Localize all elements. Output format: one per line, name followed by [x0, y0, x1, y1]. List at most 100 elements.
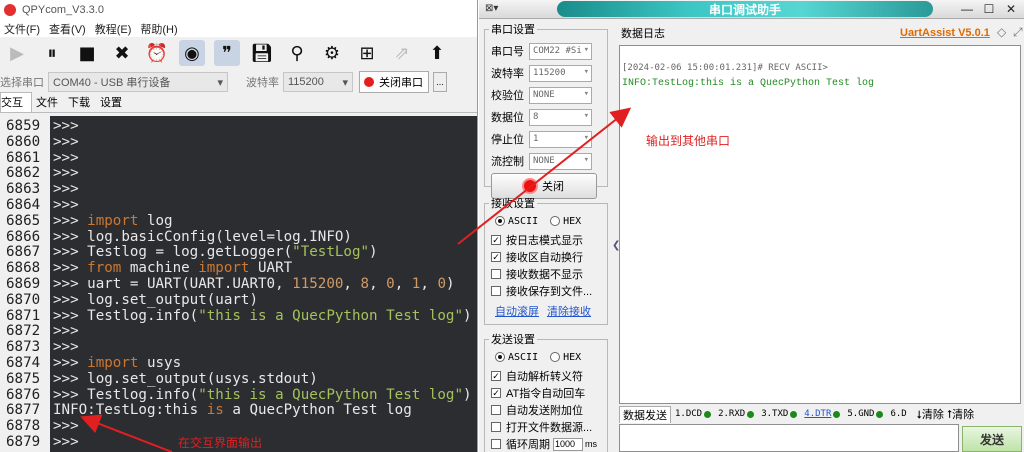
tab-interactive[interactable]: 交互 [0, 92, 32, 112]
headset-icon[interactable]: ◉ [179, 40, 205, 66]
code-token: >>> uart = UART(UART.UART0, [53, 276, 293, 292]
pause-icon[interactable]: ⏸ [39, 40, 65, 66]
code-token: >>> [53, 133, 79, 150]
pin-label: 6.D [890, 409, 907, 419]
search-icon[interactable]: ⚲ [284, 40, 310, 66]
minimize-icon[interactable]: — [959, 2, 975, 16]
recv-log-mode-checkbox[interactable]: ✓ 按日志模式显示 [491, 232, 583, 248]
recv-hex-radio[interactable] [550, 216, 561, 226]
run-icon[interactable]: ▶ [4, 40, 30, 66]
code-token: import [87, 355, 139, 371]
clear-receive-link[interactable]: 清除接收 [547, 303, 591, 318]
console-code: >>> Testlog.info("this is a QuecPython T… [53, 308, 472, 325]
pin-label: 4.DTR [804, 409, 832, 419]
console-code: >>> from machine import UART [53, 260, 292, 277]
loop-period-input[interactable]: 1000 [553, 437, 583, 451]
console-code: >>> log.set_output(usys.stdout) [53, 371, 318, 388]
repl-console[interactable]: 6859 >>> 6860 >>> 6861 >>> 6862 >>> 6863 >>> 6864 >… [0, 116, 477, 452]
menu-tutorial[interactable]: 教程(E) [93, 21, 139, 37]
send-file-source-checkbox[interactable]: 打开文件数据源... [491, 419, 592, 435]
export-icon[interactable]: ⇗ [389, 40, 415, 66]
recv-hide-checkbox[interactable]: 接收数据不显示 [491, 266, 583, 282]
send-input-area[interactable] [619, 424, 959, 452]
parity-select[interactable]: NONE [529, 86, 592, 104]
line-number: 6871 [6, 307, 41, 324]
tab-data-send[interactable]: 数据发送 [619, 405, 671, 423]
save-icon[interactable]: 💾︎ [249, 40, 275, 66]
pin-dtr-toggle[interactable]: 4.DTR [804, 409, 841, 419]
close-icon[interactable]: ✖ [109, 40, 135, 66]
menu-file[interactable]: 文件(F) [2, 21, 47, 37]
gear-icon[interactable]: ⚙ [319, 40, 345, 66]
flow-control-select[interactable]: NONE [529, 152, 592, 170]
menu-view[interactable]: 查看(V) [47, 21, 93, 37]
code-token: log [138, 212, 173, 229]
console-code: >>> [53, 197, 79, 214]
plus-box-icon[interactable]: ⊞ [354, 40, 380, 66]
clear-label: 清除 [921, 409, 944, 421]
stop-bits-select[interactable]: 1 [529, 130, 592, 148]
code-token: a QuecPython Test log [223, 402, 412, 419]
code-token: >>> Testlog = log.getLogger( [53, 244, 293, 261]
line-number: 6879 [6, 434, 41, 450]
tab-settings[interactable]: 设置 [100, 93, 128, 112]
led-icon [704, 410, 712, 418]
alarm-clock-icon[interactable]: ⏰ [144, 40, 170, 66]
send-at-cr-checkbox[interactable]: ✓ AT指令自动回车 [491, 385, 585, 401]
quote-icon[interactable]: ❞ [214, 40, 240, 66]
qpycom-window: QPYcom_V3.3.0 文件(F) 查看(V) 教程(E) 帮助(H) ▶ … [0, 0, 478, 452]
close-port-button[interactable]: 关闭串口 [359, 71, 429, 93]
line-number: 6878 [6, 418, 41, 435]
stop-icon[interactable]: ■ [74, 40, 100, 66]
tab-download[interactable]: 下载 [68, 93, 96, 112]
send-settings-title: 发送设置 [491, 334, 535, 346]
uartassist-window: ⊠▾ 串口调试助手 — ☐ ✕ 串口设置 串口号 COM22 #Si 波特率 115… [479, 0, 1024, 452]
diamond-icon[interactable]: ◇ [997, 25, 1006, 39]
recv-ascii-radio[interactable] [495, 216, 505, 226]
port-number-select[interactable]: COM22 #Si [529, 42, 592, 60]
send-escape-checkbox[interactable]: ✓ 自动解析转义符 [491, 368, 583, 384]
checkbox-checked-icon: ✓ [491, 252, 501, 262]
tab-data-log[interactable]: 数据日志 [619, 25, 679, 41]
recv-wrap-checkbox[interactable]: ✓ 接收区自动换行 [491, 249, 583, 265]
port-label: 选择串口 [0, 77, 44, 89]
checkbox-checked-icon: ✓ [491, 388, 501, 398]
line-number: 6874 [6, 355, 41, 371]
field-row: 停止位 1 [491, 129, 592, 149]
send-hex-radio[interactable] [550, 352, 561, 362]
maximize-icon[interactable]: ☐ [981, 2, 997, 16]
more-button[interactable]: ... [433, 72, 447, 92]
send-button[interactable]: 发送 [962, 426, 1022, 452]
data-bits-select[interactable]: 8 [529, 108, 592, 126]
clear-down-button[interactable]: ⭣清除 [917, 406, 944, 422]
code-token: "this is a QuecPython Test log" [198, 386, 464, 403]
recv-save-file-checkbox[interactable]: 接收保存到文件... [491, 283, 592, 299]
pin-gnd-indicator: 5.GND [847, 409, 884, 419]
line-number: 6877 [6, 402, 41, 419]
send-extra-bit-checkbox[interactable]: 自动发送附加位 [491, 402, 583, 418]
upload-icon[interactable]: ⬆ [424, 40, 450, 66]
port-select[interactable]: COM40 - USB 串行设备 ▾ [48, 72, 228, 92]
fullscreen-icon[interactable]: ⤢ [1013, 25, 1023, 40]
close-icon[interactable]: ✕ [1003, 2, 1019, 16]
code-token: machine [121, 260, 199, 277]
tab-file[interactable]: 文件 [36, 93, 64, 112]
baud-select[interactable]: 115200 [529, 64, 592, 82]
pin-dcd-indicator: 1.DCD [675, 409, 712, 419]
clear-label: 清除 [952, 409, 975, 421]
console-code: >>> [53, 118, 79, 135]
receive-log-area[interactable]: [2024-02-06 15:00:01.231]# RECV ASCII> I… [619, 45, 1021, 404]
clear-up-button[interactable]: ⭡清除 [947, 406, 974, 422]
send-ascii-radio[interactable] [495, 352, 505, 362]
line-number: 6870 [6, 291, 41, 308]
window-menu-icon[interactable]: ⊠▾ [485, 3, 498, 14]
menu-help[interactable]: 帮助(H) [138, 21, 184, 37]
baud-select[interactable]: 115200 ▾ [283, 72, 353, 92]
console-code: >>> uart = UART(UART.UART0, 115200, 8, 0… [53, 276, 455, 293]
auto-scroll-link[interactable]: 自动滚屏 [495, 303, 539, 318]
collapse-panel-icon[interactable]: ❮ [612, 240, 620, 251]
uartassist-brand-link[interactable]: UartAssist V5.0.1 [900, 27, 990, 39]
flow-control-label: 流控制 [491, 156, 524, 168]
send-loop-checkbox[interactable]: 循环周期 1000 ms [491, 436, 597, 452]
qpycom-titlebar: QPYcom_V3.3.0 [0, 0, 477, 20]
